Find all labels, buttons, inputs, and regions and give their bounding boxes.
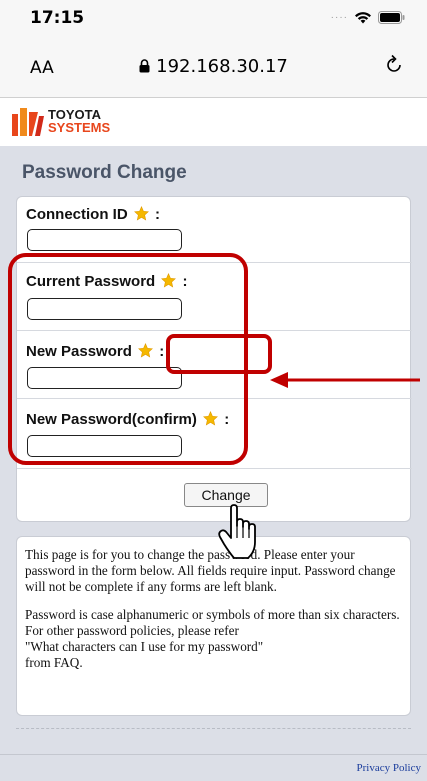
wifi-icon — [355, 12, 371, 24]
hand-cursor-icon — [218, 504, 256, 559]
url-field[interactable]: 192.168.30.17 — [0, 56, 427, 77]
pointer-arrow-icon — [270, 372, 420, 388]
divider — [16, 728, 411, 729]
signal-dots-icon: ···· — [330, 12, 348, 23]
required-star-icon — [133, 206, 149, 221]
status-bar: 17:15 ···· — [0, 0, 427, 36]
toyota-systems-logo-icon — [12, 108, 44, 136]
address-bar: AA 192.168.30.17 — [0, 36, 427, 98]
logo-line-2: SYSTEMS — [48, 120, 111, 135]
info-paragraph-1: This page is for you to change the passw… — [25, 547, 396, 594]
reload-icon[interactable] — [385, 54, 403, 74]
page-title: Password Change — [22, 162, 187, 183]
change-button-highlight — [166, 334, 272, 374]
connection-id-input[interactable] — [27, 229, 182, 251]
logo-text: TOYOTA SYSTEMS — [48, 108, 110, 134]
footer-divider — [0, 754, 427, 755]
privacy-policy-link[interactable]: Privacy Policy — [357, 762, 421, 774]
connection-id-label: Connection ID : — [26, 206, 161, 223]
info-card: This page is for you to change the passw… — [16, 536, 411, 716]
url-text: 192.168.30.17 — [156, 56, 288, 77]
status-icons: ···· — [331, 11, 405, 24]
status-time: 17:15 — [30, 8, 85, 28]
site-header: TOYOTA SYSTEMS — [0, 98, 427, 146]
info-paragraph-2: Password is case alphanumeric or symbols… — [25, 607, 400, 670]
battery-icon — [378, 11, 405, 24]
lock-icon — [139, 59, 150, 73]
